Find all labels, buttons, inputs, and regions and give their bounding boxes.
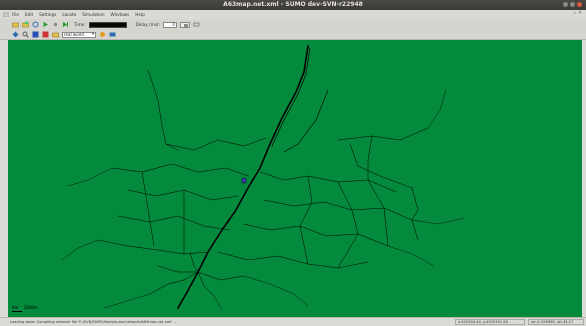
road xyxy=(117,215,231,231)
road xyxy=(217,251,369,269)
delay-label: Delay (ms): xyxy=(135,22,160,27)
highway-main-parallel xyxy=(271,47,311,147)
minimize-button[interactable] xyxy=(563,2,568,7)
road xyxy=(283,89,329,153)
road xyxy=(157,265,245,281)
road xyxy=(259,171,397,193)
road xyxy=(61,239,99,261)
color-scheme-select[interactable]: real world xyxy=(62,31,96,38)
road xyxy=(67,167,113,187)
road xyxy=(213,295,223,311)
window-title: A63map.net.xml - SUMO dev-SVN-r22948 xyxy=(223,1,363,8)
scale-bar: 0m 1000m xyxy=(12,305,38,312)
road xyxy=(411,217,465,225)
road xyxy=(243,223,389,247)
road xyxy=(165,137,267,151)
menu-help[interactable]: Help xyxy=(135,12,145,17)
road xyxy=(149,271,199,295)
road xyxy=(427,89,447,129)
geo-coordinates: lon:1.026960, lat:44.21 xyxy=(528,319,584,325)
road xyxy=(349,143,413,189)
run-icon[interactable] xyxy=(42,21,49,28)
window-controls xyxy=(563,2,582,7)
road xyxy=(263,199,413,221)
road xyxy=(299,175,313,265)
road xyxy=(337,181,359,269)
menu-locate[interactable]: Locate xyxy=(62,12,76,17)
screenshot-icon[interactable] xyxy=(109,31,116,38)
road xyxy=(337,127,429,141)
menu-edit[interactable]: Edit xyxy=(25,12,33,17)
road xyxy=(127,189,239,201)
menu-settings[interactable]: Settings xyxy=(39,12,56,17)
edit-view-icon[interactable] xyxy=(52,31,59,38)
road xyxy=(189,251,215,297)
road xyxy=(367,135,389,247)
time-label: Time: xyxy=(74,22,86,27)
close-button[interactable] xyxy=(577,2,582,7)
status-bar: Loading done: Compiling network file 'E:… xyxy=(0,317,586,326)
cursor-coordinates: x:420304.44, y:4920301.56 xyxy=(455,319,525,325)
time-display xyxy=(88,21,127,28)
step-icon[interactable] xyxy=(62,21,69,28)
recenter-view-icon[interactable] xyxy=(12,31,19,38)
mdi-controls[interactable]: = ✕ xyxy=(573,11,582,16)
status-message: Loading done: Compiling network file 'E:… xyxy=(10,320,177,324)
delay-toggle-icon[interactable] xyxy=(193,21,200,28)
scale-line xyxy=(12,311,22,312)
road xyxy=(141,171,155,247)
menu-file[interactable]: File xyxy=(12,12,19,17)
road-network[interactable] xyxy=(8,40,582,317)
delay-input[interactable]: 0 xyxy=(162,21,177,28)
road xyxy=(111,163,249,177)
highway-main xyxy=(177,45,309,309)
menu-simulation[interactable]: Simulation xyxy=(82,12,104,17)
simulation-toolbar: Time: Delay (ms): 0 xyxy=(0,19,586,30)
road xyxy=(387,245,435,267)
vehicle-marker[interactable] xyxy=(241,177,247,184)
road xyxy=(97,239,209,255)
open-simulation-icon[interactable] xyxy=(12,21,19,28)
locate-junction-icon[interactable] xyxy=(32,31,39,38)
road xyxy=(103,293,151,309)
view-toolbar: real world xyxy=(0,30,586,40)
left-frame xyxy=(0,40,8,317)
window-titlebar: A63map.net.xml - SUMO dev-SVN-r22948 xyxy=(0,0,586,10)
right-frame xyxy=(582,40,586,317)
scale-start-label: 0m xyxy=(12,305,19,310)
open-network-icon[interactable] xyxy=(22,21,29,28)
road xyxy=(147,69,179,151)
network-view-canvas[interactable]: 0m 1000m xyxy=(8,40,582,317)
road xyxy=(243,275,309,307)
delay-slider[interactable] xyxy=(179,21,190,28)
reload-icon[interactable] xyxy=(32,21,39,28)
stop-icon[interactable] xyxy=(52,21,59,28)
app-menu-icon[interactable] xyxy=(3,12,9,17)
menu-windows[interactable]: Windows xyxy=(111,12,130,17)
locate-edge-icon[interactable] xyxy=(42,31,49,38)
road xyxy=(411,187,419,241)
menubar: File Edit Settings Locate Simulation Win… xyxy=(0,10,586,19)
scale-end-label: 1000m xyxy=(23,305,38,310)
maximize-button[interactable] xyxy=(570,2,575,7)
view-settings-icon[interactable] xyxy=(99,31,106,38)
zoom-icon[interactable] xyxy=(22,31,29,38)
